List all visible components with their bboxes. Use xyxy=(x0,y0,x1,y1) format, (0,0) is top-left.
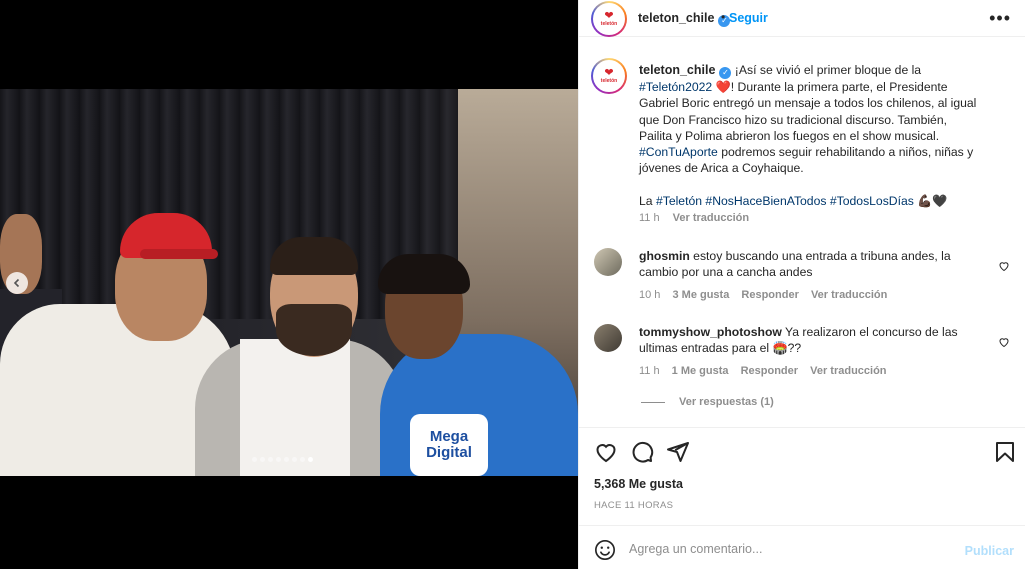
caption-time[interactable]: 11 h xyxy=(639,212,660,224)
comment-likes[interactable]: 3 Me gusta xyxy=(672,289,729,301)
heart-outline-icon[interactable] xyxy=(998,336,1010,348)
likes-count[interactable]: 5,368 Me gusta xyxy=(594,477,683,491)
comment-username[interactable]: ghosmin xyxy=(639,249,690,263)
caption-text-1: ¡Así se vivió el primer bloque de la xyxy=(731,63,922,77)
verified-icon: ✓ xyxy=(719,67,732,79)
comment-time[interactable]: 11 h xyxy=(639,365,660,377)
carousel-dot xyxy=(284,457,289,462)
view-replies-label[interactable]: Ver respuestas (1) xyxy=(679,396,774,408)
heart-icon: ❤ xyxy=(604,10,614,22)
carousel-dot xyxy=(300,457,305,462)
comment-time[interactable]: 10 h xyxy=(639,289,660,301)
person-blue-shirt-hair xyxy=(378,254,470,294)
person-grey-jacket-beard xyxy=(276,304,352,356)
comment-bubble-icon[interactable] xyxy=(630,440,654,464)
post-photo[interactable]: Mega Digital xyxy=(0,89,578,476)
person-white-shirt xyxy=(240,339,350,476)
comment-translate-button[interactable]: Ver traducción xyxy=(810,365,886,377)
chevron-left-icon xyxy=(13,278,20,288)
comment-reply-button[interactable]: Responder xyxy=(741,289,798,301)
hashtag-contuaporte[interactable]: #ConTuAporte xyxy=(639,145,718,159)
bookmark-icon[interactable] xyxy=(993,440,1017,464)
carousel-dots xyxy=(252,457,313,462)
comment-meta: 11 h 1 Me gusta Responder Ver traducción xyxy=(639,365,896,377)
comment-input[interactable] xyxy=(629,538,949,560)
post-time-ago[interactable]: HACE 11 HORAS xyxy=(594,500,673,511)
share-send-icon[interactable] xyxy=(666,440,690,464)
carousel-dot xyxy=(252,457,257,462)
more-options-icon[interactable]: ••• xyxy=(989,8,1011,29)
carousel-dot xyxy=(276,457,281,462)
emoji-icon[interactable] xyxy=(594,539,616,561)
add-comment-bar: Publicar xyxy=(579,525,1025,569)
author-avatar[interactable]: ❤ teletón xyxy=(591,1,627,37)
heart-outline-icon[interactable] xyxy=(998,260,1010,272)
heart-icon: ❤ xyxy=(604,67,614,79)
carousel-dot xyxy=(260,457,265,462)
carousel-dot xyxy=(308,457,313,462)
caption-translate-button[interactable]: Ver traducción xyxy=(673,212,749,224)
carousel-dot xyxy=(268,457,273,462)
post-media[interactable]: Mega Digital xyxy=(0,0,578,569)
comment-meta: 10 h 3 Me gusta Responder Ver traducción xyxy=(639,289,896,301)
comment-item: ghosmin estoy buscando una entrada a tri… xyxy=(594,248,1014,308)
shirt-logo: Mega Digital xyxy=(410,414,488,476)
follow-button[interactable]: Seguir xyxy=(729,11,768,25)
post-actions: 5,368 Me gusta HACE 11 HORAS xyxy=(579,427,1025,525)
comment-item: tommyshow_photoshow Ya realizaron el con… xyxy=(594,324,1014,384)
hashtag-teleton2022[interactable]: #Teletón2022 xyxy=(639,80,712,94)
avatar-logo-text: teletón xyxy=(600,78,618,84)
comment-translate-button[interactable]: Ver traducción xyxy=(811,289,887,301)
shirt-logo-line2: Digital xyxy=(426,444,472,461)
replies-line xyxy=(641,401,665,403)
comment-body: tommyshow_photoshow Ya realizaron el con… xyxy=(639,324,959,357)
caption-meta: 11 h Ver traducción xyxy=(639,212,759,224)
caption-text-5: 💪🏿🖤 xyxy=(913,194,948,209)
hashtag-todoslosdias[interactable]: #TodosLosDías xyxy=(830,194,914,208)
caption-text-4: La xyxy=(639,194,656,209)
carousel-dot xyxy=(292,457,297,462)
comment-avatar[interactable] xyxy=(594,248,622,276)
author-username-text[interactable]: teleton_chile xyxy=(638,11,714,25)
hashtag-noshacebienatodos[interactable]: #NosHaceBienATodos xyxy=(705,194,826,208)
comment-reply-button[interactable]: Responder xyxy=(741,365,798,377)
post-caption: teleton_chile ✓ ¡Así se vivió el primer b… xyxy=(639,62,979,209)
red-cap-brim xyxy=(140,249,218,259)
comment-body: ghosmin estoy buscando una entrada a tri… xyxy=(639,248,959,281)
carousel-prev-button[interactable] xyxy=(6,272,28,294)
publish-button[interactable]: Publicar xyxy=(965,544,1014,558)
comment-likes[interactable]: 1 Me gusta xyxy=(672,365,729,377)
person-grey-jacket-hair xyxy=(270,237,358,275)
caption-author-avatar[interactable]: ❤ teletón xyxy=(591,58,627,94)
post-header: ❤ teletón teleton_chile ✓ • Seguir ••• xyxy=(579,0,1025,37)
like-heart-icon[interactable] xyxy=(594,440,618,464)
hashtag-teleton[interactable]: #Teletón xyxy=(656,194,702,208)
comment-avatar[interactable] xyxy=(594,324,622,352)
caption-username[interactable]: teleton_chile xyxy=(639,63,715,77)
shirt-logo-line1: Mega xyxy=(429,428,469,446)
post-side-panel: ❤ teletón teleton_chile ✓ • Seguir ••• ❤ … xyxy=(578,0,1025,569)
comment-username[interactable]: tommyshow_photoshow xyxy=(639,325,782,339)
separator-dot: • xyxy=(721,10,726,24)
avatar-logo-text: teletón xyxy=(600,21,618,27)
view-replies-button[interactable]: Ver respuestas (1) xyxy=(641,396,774,408)
author-username[interactable]: teleton_chile ✓ xyxy=(638,11,731,27)
